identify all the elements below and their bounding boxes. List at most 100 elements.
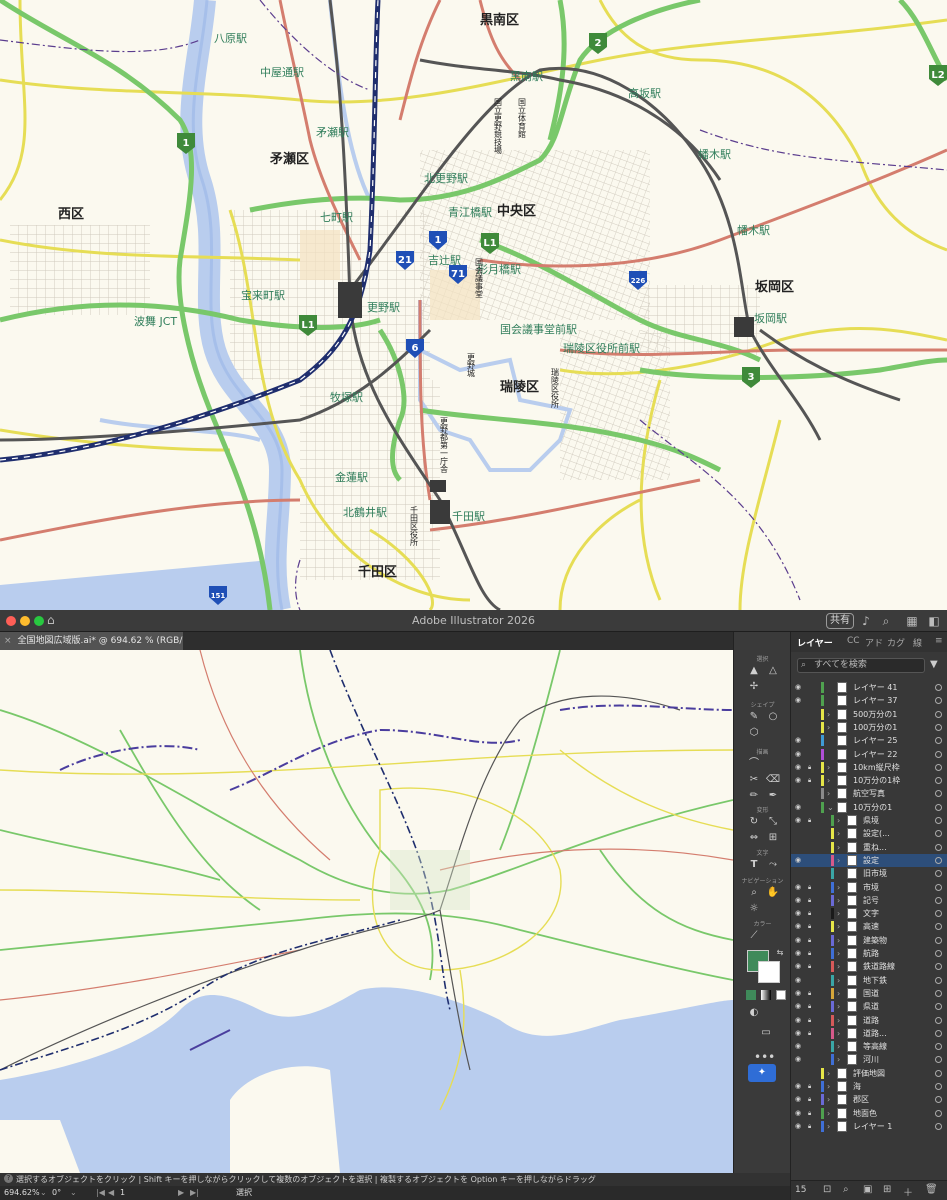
type-tool-icon[interactable]: T xyxy=(746,858,762,872)
target-circle-icon[interactable] xyxy=(935,963,942,971)
expand-chevron-icon[interactable]: › xyxy=(837,934,840,947)
layer-row[interactable]: ◉ レイヤー 25 xyxy=(791,734,947,747)
lock-icon[interactable]: 🔒︎ xyxy=(808,960,816,973)
new-sublayer-icon[interactable]: ⊞ xyxy=(883,1184,891,1195)
brush-tool-icon[interactable]: ✒ xyxy=(765,789,781,803)
lock-icon[interactable]: 🔒︎ xyxy=(808,934,816,947)
target-circle-icon[interactable] xyxy=(935,803,942,811)
expand-chevron-icon[interactable]: › xyxy=(827,761,830,774)
expand-chevron-icon[interactable]: › xyxy=(837,1040,840,1053)
target-circle-icon[interactable] xyxy=(935,1016,942,1024)
visibility-eye-icon[interactable]: ◉ xyxy=(795,1040,804,1053)
target-circle-icon[interactable] xyxy=(935,883,942,891)
lock-icon[interactable]: 🔒︎ xyxy=(808,881,816,894)
layer-row[interactable]: ◉ › 河川 xyxy=(791,1053,947,1066)
visibility-eye-icon[interactable]: ◉ xyxy=(795,881,804,894)
ellipse-tool-icon[interactable]: ○ xyxy=(765,710,781,724)
expand-chevron-icon[interactable]: › xyxy=(827,721,830,734)
expand-chevron-icon[interactable]: › xyxy=(837,854,840,867)
curvature-tool-icon[interactable]: ⌒ xyxy=(746,757,762,771)
lock-icon[interactable]: 🔒︎ xyxy=(808,1000,816,1013)
layer-row[interactable]: ◉ 🔒︎ › レイヤー 1 xyxy=(791,1120,947,1133)
swap-colors-icon[interactable]: ⇆ xyxy=(772,946,788,960)
expand-chevron-icon[interactable]: › xyxy=(837,960,840,973)
expand-chevron-icon[interactable]: › xyxy=(837,1014,840,1027)
target-circle-icon[interactable] xyxy=(935,777,942,785)
target-circle-icon[interactable] xyxy=(935,697,942,705)
none-mode-icon[interactable] xyxy=(776,990,786,1000)
expand-chevron-icon[interactable]: › xyxy=(827,1093,830,1106)
delete-layer-icon[interactable]: 🗑 xyxy=(925,1184,938,1195)
next-artboard-icon[interactable]: ▶ xyxy=(178,1186,184,1200)
lock-icon[interactable]: 🔒︎ xyxy=(808,1107,816,1120)
layer-row[interactable]: ◉ レイヤー 37 xyxy=(791,694,947,707)
layer-row[interactable]: ◉ 🔒︎ › 海 xyxy=(791,1080,947,1093)
workspace-switcher-icon[interactable]: ▦ xyxy=(904,613,920,629)
tab-stroke[interactable]: 線 xyxy=(913,636,922,649)
eyedropper-tool-icon[interactable]: ⟋ xyxy=(746,929,762,943)
target-circle-icon[interactable] xyxy=(935,923,942,931)
expand-chevron-icon[interactable]: › xyxy=(827,774,830,787)
expand-chevron-icon[interactable]: › xyxy=(837,894,840,907)
tab-layers[interactable]: レイヤー xyxy=(797,636,833,649)
expand-chevron-icon[interactable]: › xyxy=(837,907,840,920)
target-circle-icon[interactable] xyxy=(935,1122,942,1130)
free-transform-tool-icon[interactable]: ⊞ xyxy=(765,831,781,845)
expand-chevron-icon[interactable]: › xyxy=(837,974,840,987)
visibility-eye-icon[interactable]: ◉ xyxy=(795,734,804,747)
locate-object-icon[interactable]: ⌕ xyxy=(843,1184,849,1195)
target-circle-icon[interactable] xyxy=(935,1083,942,1090)
color-mode-icon[interactable] xyxy=(746,990,756,1000)
target-circle-icon[interactable] xyxy=(935,737,942,745)
layer-row[interactable]: ◉ 🔒︎ › 国道 xyxy=(791,987,947,1000)
selection-tool-icon[interactable]: ▲ xyxy=(746,664,762,678)
visibility-eye-icon[interactable]: ◉ xyxy=(795,854,804,867)
share-button[interactable]: 共有 xyxy=(826,613,854,629)
target-circle-icon[interactable] xyxy=(935,976,942,984)
layer-row[interactable]: › 設定(... xyxy=(791,827,947,840)
layer-row[interactable]: ◉ › 等高線 xyxy=(791,1040,947,1053)
target-circle-icon[interactable] xyxy=(935,936,942,944)
lasso-tool-icon[interactable]: ✢ xyxy=(746,680,762,694)
tab-kagu[interactable]: カグ xyxy=(887,636,905,649)
lock-icon[interactable]: 🔒︎ xyxy=(808,1027,816,1040)
layer-row[interactable]: ◉ 🔒︎ › 記号 xyxy=(791,894,947,907)
collect-export-icon[interactable]: ⊡ xyxy=(823,1184,831,1195)
layer-row[interactable]: ◉ 🔒︎ › 建築物 xyxy=(791,934,947,947)
visibility-eye-icon[interactable]: ◉ xyxy=(795,801,804,814)
visibility-eye-icon[interactable]: ◉ xyxy=(795,748,804,761)
layer-row[interactable]: › 評価地図 xyxy=(791,1067,947,1080)
layer-row[interactable]: ◉ 🔒︎ › 道路 xyxy=(791,1014,947,1027)
expand-chevron-icon[interactable]: › xyxy=(827,708,830,721)
target-circle-icon[interactable] xyxy=(935,763,942,771)
filter-icon[interactable]: ▼ xyxy=(930,659,942,671)
prev-artboard-icon[interactable]: ◀ xyxy=(108,1186,114,1200)
target-circle-icon[interactable] xyxy=(935,1003,942,1011)
layer-row[interactable]: ◉ 🔒︎ › 県境 xyxy=(791,814,947,827)
expand-chevron-icon[interactable]: › xyxy=(827,1067,830,1080)
direct-selection-tool-icon[interactable]: △ xyxy=(765,664,781,678)
target-circle-icon[interactable] xyxy=(935,1056,942,1064)
visibility-eye-icon[interactable]: ◉ xyxy=(795,987,804,1000)
tab-cc[interactable]: CC xyxy=(847,636,860,646)
artboard-number[interactable]: 1 xyxy=(120,1186,125,1200)
expand-chevron-icon[interactable]: › xyxy=(827,1107,830,1120)
panel-menu-icon[interactable]: ≡ xyxy=(935,636,943,646)
target-circle-icon[interactable] xyxy=(935,830,942,838)
visibility-eye-icon[interactable]: ◉ xyxy=(795,960,804,973)
layer-row[interactable]: ◉ 🔒︎ › 鉄道路線 xyxy=(791,960,947,973)
expand-chevron-icon[interactable]: › xyxy=(837,814,840,827)
target-circle-icon[interactable] xyxy=(935,723,942,731)
layer-row[interactable]: ◉ 🔒︎ › 航路 xyxy=(791,947,947,960)
visibility-eye-icon[interactable]: ◉ xyxy=(795,1107,804,1120)
layer-row[interactable]: 旧市境 xyxy=(791,867,947,880)
symbol-sprayer-tool-icon[interactable]: ☼ xyxy=(746,902,762,916)
visibility-eye-icon[interactable]: ◉ xyxy=(795,907,804,920)
new-layer-icon[interactable]: ＋ xyxy=(903,1184,913,1199)
artboard-canvas[interactable] xyxy=(0,650,733,1173)
visibility-eye-icon[interactable]: ◉ xyxy=(795,1053,804,1066)
layer-row[interactable]: ◉ 🔒︎ › 高速 xyxy=(791,920,947,933)
target-circle-icon[interactable] xyxy=(935,856,942,864)
rotation-angle[interactable]: 0° xyxy=(52,1186,61,1200)
visibility-eye-icon[interactable]: ◉ xyxy=(795,1093,804,1106)
